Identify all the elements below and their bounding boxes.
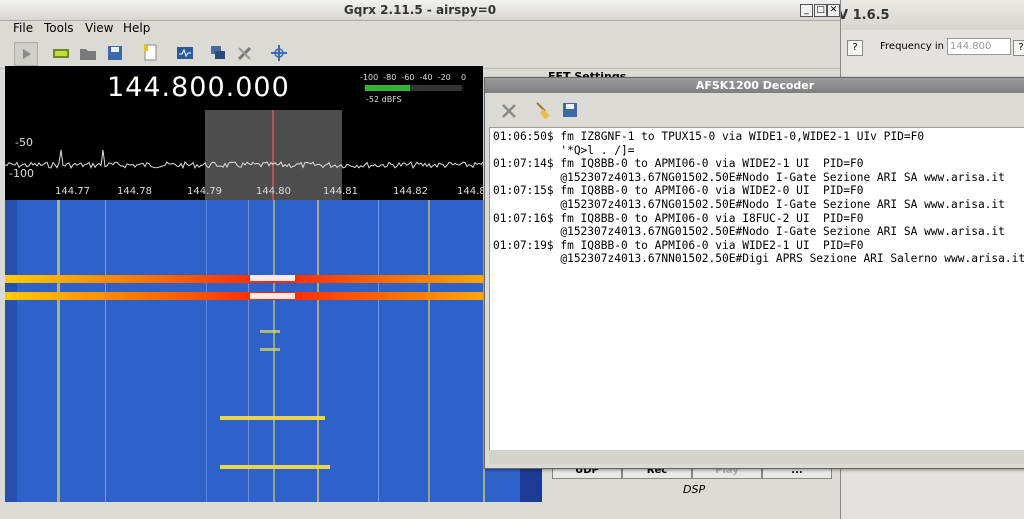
- signal-peak: [250, 293, 295, 299]
- menu-help[interactable]: Help: [123, 21, 150, 35]
- smeter-scale: -100 -80 -60 -40 -20 0: [360, 73, 467, 82]
- spectrum-icon[interactable]: [174, 42, 196, 64]
- horizontal-scrollbar[interactable]: [489, 450, 1024, 464]
- hardware-icon[interactable]: [50, 42, 72, 64]
- log-line: @152307z4013.67NN01502.50E#Digi APRS Sez…: [493, 252, 1024, 266]
- waterfall-line: [248, 200, 249, 502]
- db-label: -100: [9, 167, 34, 180]
- close-button[interactable]: ✕: [827, 4, 840, 17]
- clear-icon[interactable]: [533, 100, 555, 122]
- save-icon[interactable]: [560, 100, 582, 122]
- afsk-window: AFSK1200 Decoder 01:06:50$ fm IZ8GNF-1 t…: [484, 77, 1024, 469]
- toolbar: [0, 38, 840, 69]
- freq-tick: 144.81: [323, 186, 358, 197]
- freq-tick: 144.80: [256, 186, 291, 197]
- gqrx-titlebar: Gqrx 2.11.5 - airspy=0 _ □ ✕: [0, 0, 840, 21]
- help-button-1[interactable]: ?: [847, 40, 863, 56]
- freq-tick: 144.8: [457, 186, 483, 197]
- signal-burst: [220, 465, 330, 469]
- freq-tick: 144.78: [117, 186, 152, 197]
- menu-file[interactable]: File: [13, 21, 33, 35]
- signal-trace: [260, 348, 280, 351]
- signal-peak: [250, 275, 295, 281]
- log-line: 01:07:16$ fm IQ8BB-0 to APMI06-0 via I8F…: [493, 211, 864, 225]
- frequency-readout[interactable]: 144.800.000: [107, 72, 290, 103]
- status-bar: [0, 502, 840, 519]
- waterfall[interactable]: [5, 200, 542, 502]
- log-line: 01:07:19$ fm IQ8BB-0 to APMI06-0 via WID…: [493, 238, 864, 252]
- background-window-titlebar: V 1.6.5: [838, 0, 1024, 30]
- waterfall-line: [105, 200, 106, 502]
- smeter-fill: [365, 85, 410, 91]
- log-line: 01:06:50$ fm IZ8GNF-1 to TPUX15-0 via WI…: [493, 130, 925, 143]
- waterfall-line: [428, 200, 430, 502]
- afsk-toolbar: [485, 94, 1024, 126]
- spectrum-plot[interactable]: -50 -100 144.77 144.78 144.79 144.80 144…: [5, 110, 483, 200]
- menu-view[interactable]: View: [85, 21, 113, 35]
- close-icon[interactable]: [499, 101, 521, 123]
- move-icon[interactable]: [268, 42, 290, 64]
- freq-tick: 144.77: [55, 186, 90, 197]
- db-label: -50: [15, 136, 33, 149]
- dsp-label: DSP: [683, 483, 706, 496]
- waterfall-line: [206, 200, 207, 502]
- afsk-title: AFSK1200 Decoder: [695, 79, 815, 92]
- window-title: Gqrx 2.11.5 - airspy=0: [343, 3, 497, 17]
- menu-tools[interactable]: Tools: [44, 21, 74, 35]
- network-icon[interactable]: [207, 42, 229, 64]
- document-icon[interactable]: [139, 42, 161, 64]
- save-icon[interactable]: [104, 42, 126, 64]
- waterfall-line: [378, 200, 379, 502]
- waterfall-line: [57, 200, 60, 502]
- log-line: '*Q>l . /]=: [493, 143, 635, 157]
- smeter-level: -52 dBFS: [366, 95, 402, 104]
- background-window-title: V 1.6.5: [838, 8, 890, 23]
- waterfall-line: [317, 200, 319, 502]
- signal-burst: [220, 416, 325, 420]
- help-button-2[interactable]: ?: [1013, 40, 1024, 56]
- log-line: 01:07:15$ fm IQ8BB-0 to APMI06-0 via WID…: [493, 184, 864, 198]
- signal-trace: [260, 330, 280, 333]
- play-icon[interactable]: [14, 42, 38, 66]
- folder-icon[interactable]: [77, 42, 99, 64]
- afsk-titlebar: AFSK1200 Decoder: [485, 78, 1024, 93]
- log-line: @152307z4013.67NG01502.50E#Nodo I-Gate S…: [493, 225, 1005, 239]
- frequency-input[interactable]: 144.800: [947, 38, 1011, 55]
- maximize-button[interactable]: □: [814, 4, 827, 17]
- minimize-button[interactable]: _: [800, 4, 813, 17]
- freq-tick: 144.79: [187, 186, 222, 197]
- decoder-log[interactable]: 01:06:50$ fm IZ8GNF-1 to TPUX15-0 via WI…: [489, 127, 1024, 451]
- menubar: File Tools View Help: [0, 20, 840, 38]
- log-line: 01:07:14$ fm IQ8BB-0 to APMI06-0 via WID…: [493, 157, 864, 171]
- log-line: @152307z4013.67NG01502.50E#Nodo I-Gate S…: [493, 170, 1005, 184]
- tools-icon[interactable]: [234, 42, 256, 64]
- log-line: @152307z4013.67NG01502.50E#Nodo I-Gate S…: [493, 197, 1005, 211]
- freq-tick: 144.82: [393, 186, 428, 197]
